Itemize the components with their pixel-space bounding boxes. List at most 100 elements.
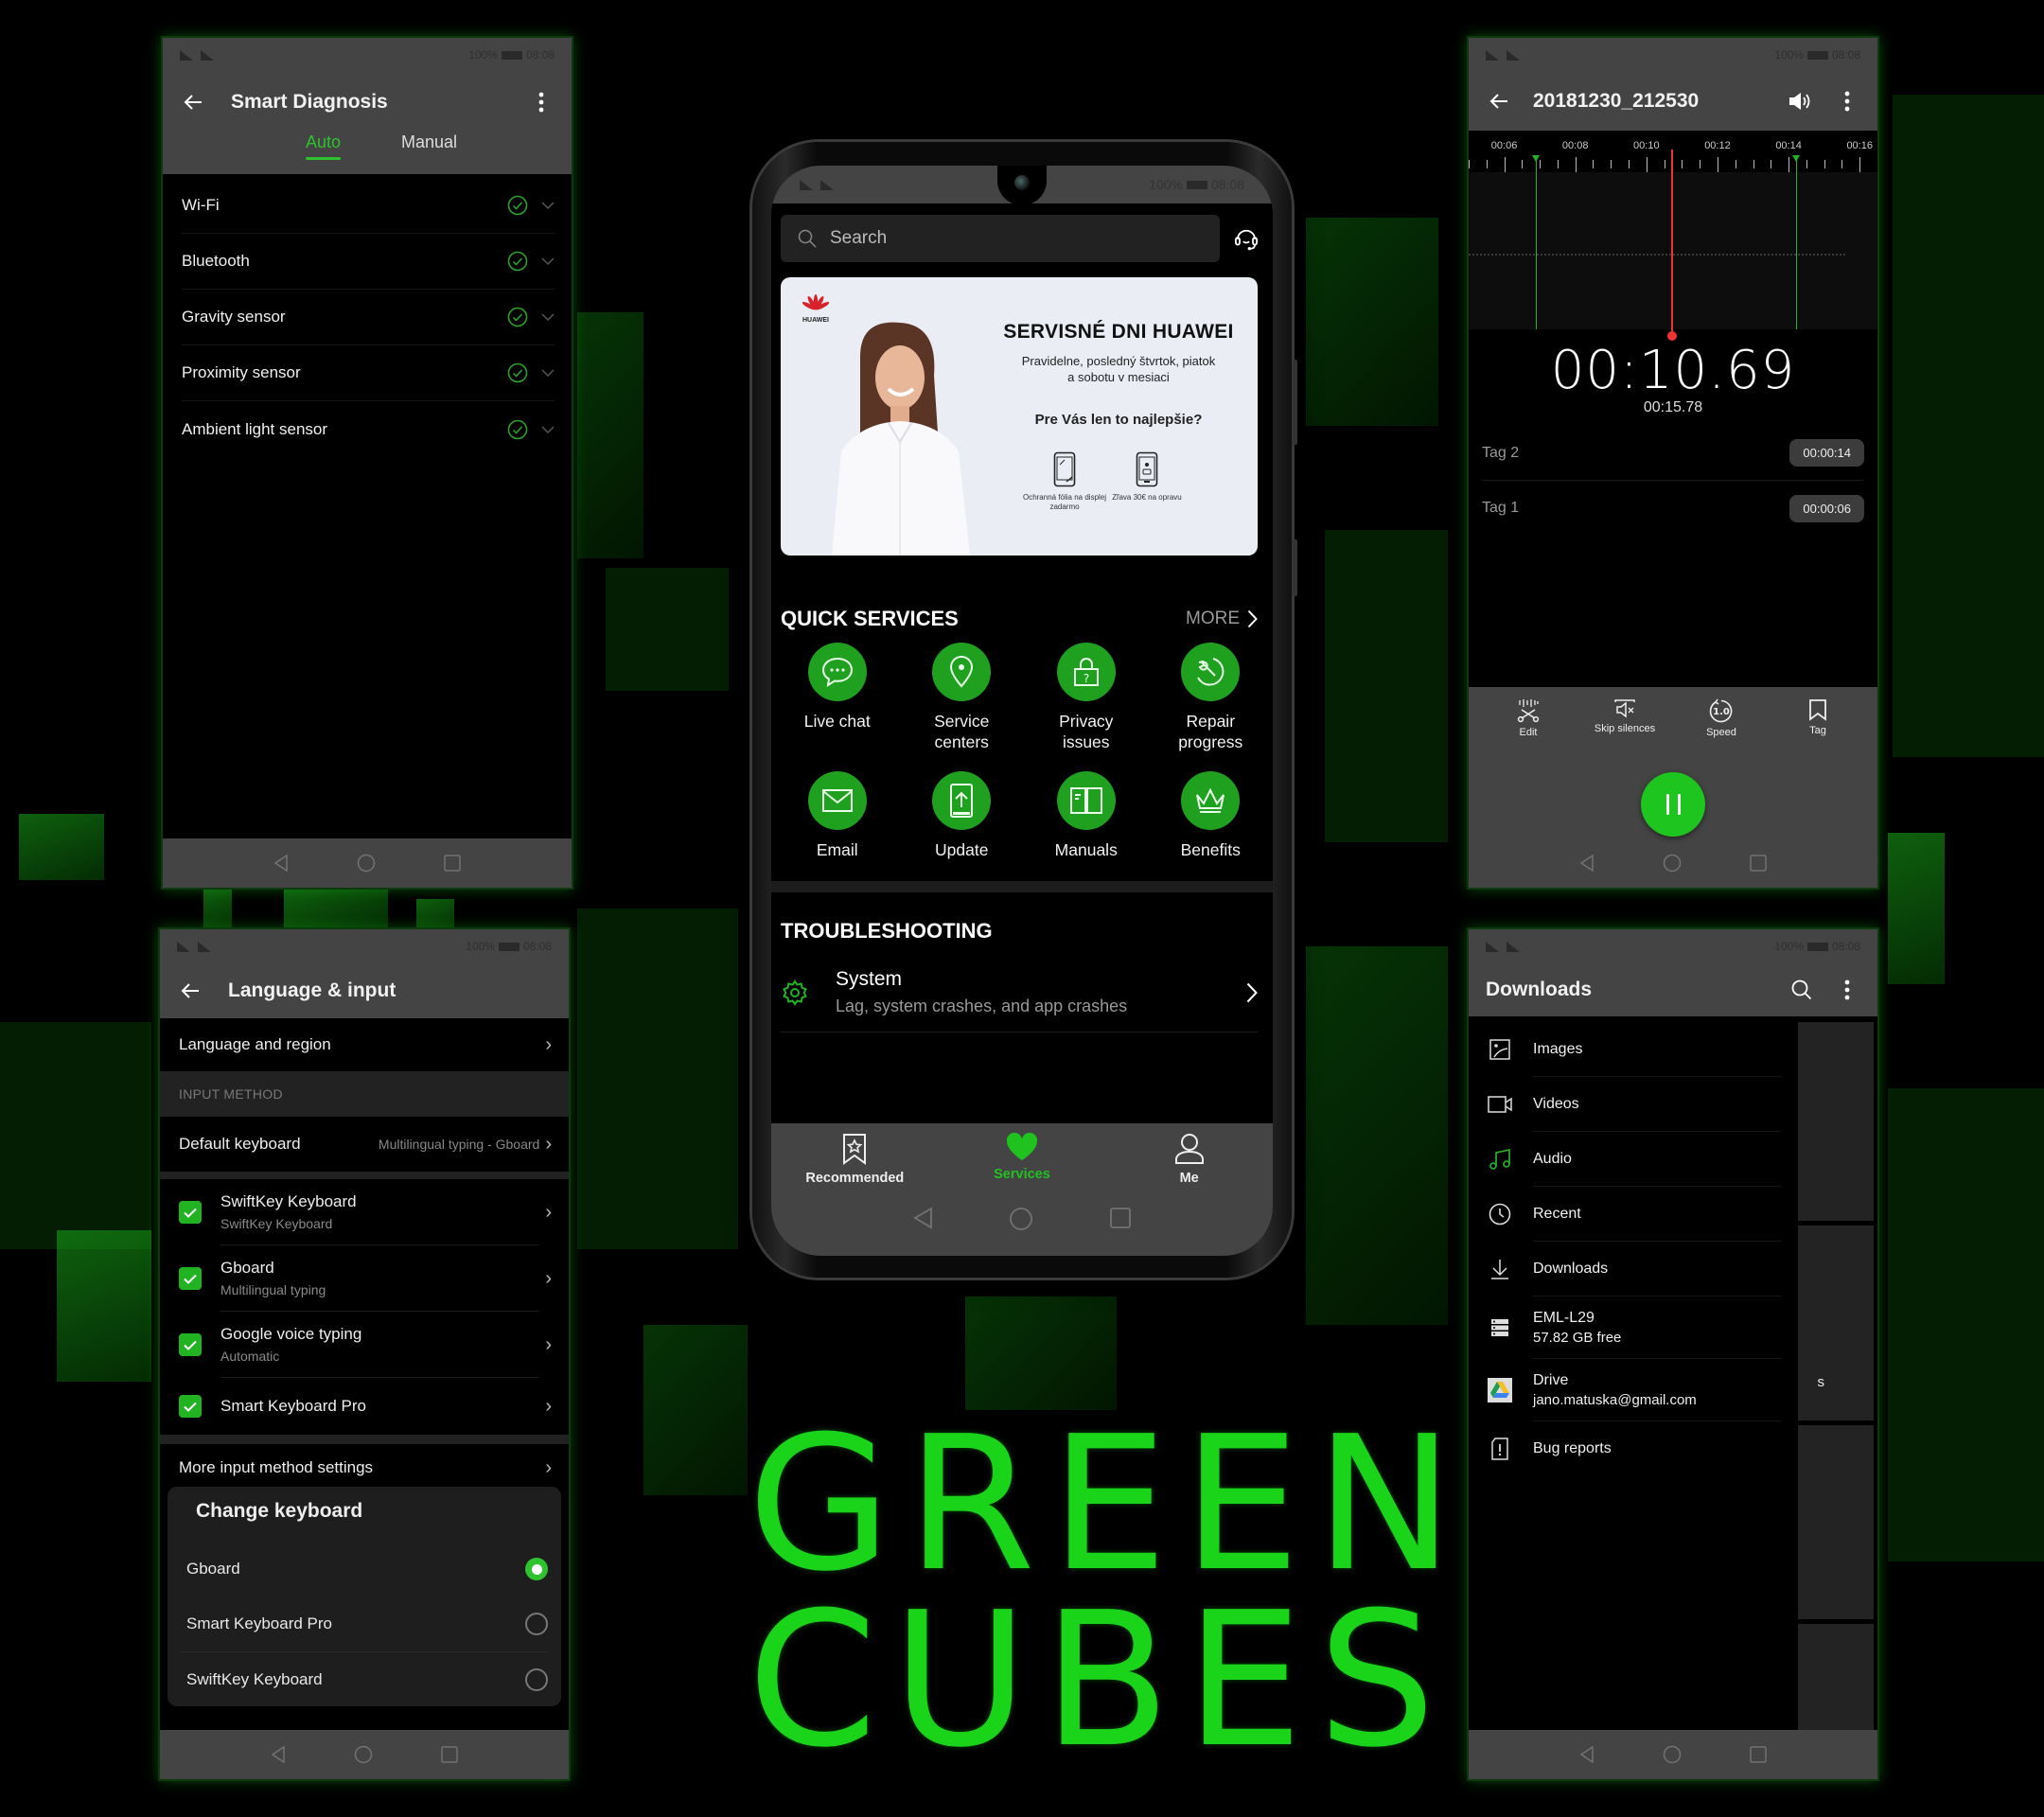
diagnosis-item[interactable]: Ambient light sensor	[182, 401, 555, 457]
promo-banner[interactable]: HUAWEI SERVISNÉ DNI HUAWEI Pravidelne, p…	[781, 277, 1258, 556]
keyboard-option[interactable]: SwiftKey Keyboard	[181, 1651, 548, 1706]
nav-home-icon[interactable]	[354, 1745, 373, 1764]
add-tag-button[interactable]: Tag	[1775, 698, 1860, 738]
waveform	[1469, 254, 1845, 256]
keyboard-item[interactable]: Google voice typing Automatic ›	[160, 1312, 569, 1378]
radio-selected[interactable]	[525, 1558, 548, 1580]
skip-silences-button[interactable]: Skip silences	[1582, 698, 1667, 738]
keyboard-item[interactable]: Gboard Multilingual typing ›	[160, 1245, 569, 1312]
drawer-item-images[interactable]: Images	[1469, 1022, 1800, 1077]
nav-home-icon[interactable]	[1663, 1745, 1682, 1764]
quick-service-privacy-issues[interactable]: ? Privacy issues	[1024, 643, 1149, 752]
nav-home-icon[interactable]	[1009, 1207, 1033, 1231]
drawer-item-audio[interactable]: Audio	[1469, 1132, 1800, 1187]
more-options-button[interactable]	[1834, 977, 1860, 1003]
system-nav-bar	[771, 1207, 1273, 1231]
more-vert-icon	[1844, 979, 1850, 1000]
quick-service-update[interactable]: Update	[900, 771, 1025, 860]
nav-back-icon[interactable]	[273, 855, 289, 872]
pause-button[interactable]	[1641, 772, 1705, 837]
tab-recommended[interactable]: Recommended	[788, 1133, 921, 1186]
keyboard-item[interactable]: SwiftKey Keyboard SwiftKey Keyboard ›	[160, 1179, 569, 1245]
more-options-button[interactable]	[1834, 88, 1860, 115]
checkbox[interactable]	[179, 1395, 202, 1418]
back-button[interactable]	[177, 978, 203, 1004]
chevron-down-icon[interactable]	[541, 201, 555, 210]
diagnosis-item[interactable]: Gravity sensor	[182, 290, 555, 345]
quick-service-benefits[interactable]: Benefits	[1149, 771, 1274, 860]
more-input-settings-row[interactable]: More input method settings ›	[160, 1444, 569, 1491]
playhead[interactable]	[1666, 150, 1677, 341]
chevron-down-icon[interactable]	[541, 312, 555, 322]
language-input-screen: 100% 08:08 Language & input Language and …	[158, 927, 571, 1781]
tag-marker[interactable]	[1532, 155, 1541, 329]
more-link[interactable]: MORE	[1186, 609, 1258, 629]
keyboard-option[interactable]: Gboard	[167, 1542, 561, 1596]
chevron-down-icon[interactable]	[541, 368, 555, 378]
diagnosis-item[interactable]: Wi-Fi	[182, 178, 555, 234]
drawer-item-recent[interactable]: Recent	[1469, 1187, 1800, 1242]
diagnosis-item[interactable]: Bluetooth	[182, 234, 555, 290]
drawer-item-drive[interactable]: Drive jano.matuska@gmail.com	[1469, 1359, 1800, 1421]
tag-marker[interactable]	[1791, 155, 1800, 329]
nav-recents-icon[interactable]	[1750, 1746, 1767, 1763]
tab-services[interactable]: Services	[956, 1133, 1088, 1186]
tab-manual[interactable]: Manual	[401, 132, 457, 160]
nav-recents-icon[interactable]	[1109, 1207, 1132, 1229]
bookmark-icon	[1809, 699, 1826, 721]
checkbox[interactable]	[179, 1333, 202, 1356]
search-icon	[798, 229, 817, 248]
radio-unselected[interactable]	[525, 1667, 548, 1691]
nav-home-icon[interactable]	[357, 854, 376, 873]
tag-item[interactable]: Tag 2 00:00:14	[1482, 426, 1864, 481]
banner-title: SERVISNÉ DNI HUAWEI	[1003, 321, 1234, 343]
drawer-item-videos[interactable]: Videos	[1469, 1077, 1800, 1132]
waveform-timeline[interactable]: 00:06 00:08 00:10 00:12 00:14 00:16	[1469, 131, 1877, 341]
nav-recents-icon[interactable]	[441, 1746, 458, 1763]
nav-home-icon[interactable]	[1663, 854, 1682, 873]
back-button[interactable]	[1486, 88, 1512, 115]
nav-back-icon[interactable]	[271, 1746, 286, 1763]
diagnosis-item[interactable]: Proximity sensor	[182, 345, 555, 401]
quick-service-email[interactable]: Email	[775, 771, 900, 860]
search-input[interactable]: Search	[781, 215, 1220, 262]
quick-services-grid: Live chat Service centers ? Privacy issu…	[771, 631, 1273, 860]
more-options-button[interactable]	[528, 89, 555, 115]
drawer-item-bug-reports[interactable]: Bug reports	[1469, 1421, 1800, 1476]
language-region-row[interactable]: Language and region ›	[160, 1018, 569, 1071]
quick-service-live-chat[interactable]: Live chat	[775, 643, 900, 752]
checkbox[interactable]	[179, 1267, 202, 1290]
tag-item[interactable]: Tag 1 00:00:06	[1482, 481, 1864, 536]
nav-back-icon[interactable]	[1579, 1746, 1595, 1763]
tag-time[interactable]: 00:00:14	[1789, 439, 1864, 467]
chevron-down-icon[interactable]	[541, 425, 555, 434]
quick-service-service-centers[interactable]: Service centers	[900, 643, 1025, 752]
tab-auto[interactable]: Auto	[305, 132, 342, 160]
radio-unselected[interactable]	[525, 1613, 548, 1635]
nav-back-icon[interactable]	[1579, 855, 1595, 872]
tab-me[interactable]: Me	[1123, 1133, 1256, 1186]
signal-icon	[177, 941, 211, 952]
speaker-button[interactable]	[1787, 88, 1813, 115]
speed-button[interactable]: 1.0 Speed	[1679, 698, 1764, 738]
search-button[interactable]	[1788, 977, 1815, 1003]
checkbox[interactable]	[179, 1201, 202, 1224]
chevron-down-icon[interactable]	[541, 256, 555, 266]
customer-service-button[interactable]	[1233, 225, 1260, 252]
quick-service-repair-progress[interactable]: Repair progress	[1149, 643, 1274, 752]
edit-button[interactable]: Edit	[1486, 698, 1571, 738]
quick-service-manuals[interactable]: Manuals	[1024, 771, 1149, 860]
nav-recents-icon[interactable]	[1750, 855, 1767, 872]
drawer-item-storage[interactable]: EML-L29 57.82 GB free	[1469, 1297, 1800, 1359]
keyboard-item[interactable]: Smart Keyboard Pro ›	[160, 1378, 569, 1435]
nav-recents-icon[interactable]	[444, 855, 461, 872]
keyboard-option[interactable]: Smart Keyboard Pro	[167, 1596, 561, 1651]
default-keyboard-row[interactable]: Default keyboard Multilingual typing - G…	[160, 1117, 569, 1172]
tag-time[interactable]: 00:00:06	[1789, 494, 1864, 522]
back-button[interactable]	[180, 89, 206, 115]
drawer-item-downloads[interactable]: Downloads	[1469, 1242, 1800, 1297]
banner-question: Pre Vás len to najlepšie?	[1034, 412, 1203, 428]
troubleshooting-system-item[interactable]: System Lag, system crashes, and app cras…	[781, 968, 1258, 1032]
brand-title-line1: GREEN	[748, 1397, 1470, 1613]
nav-back-icon[interactable]	[912, 1207, 933, 1229]
